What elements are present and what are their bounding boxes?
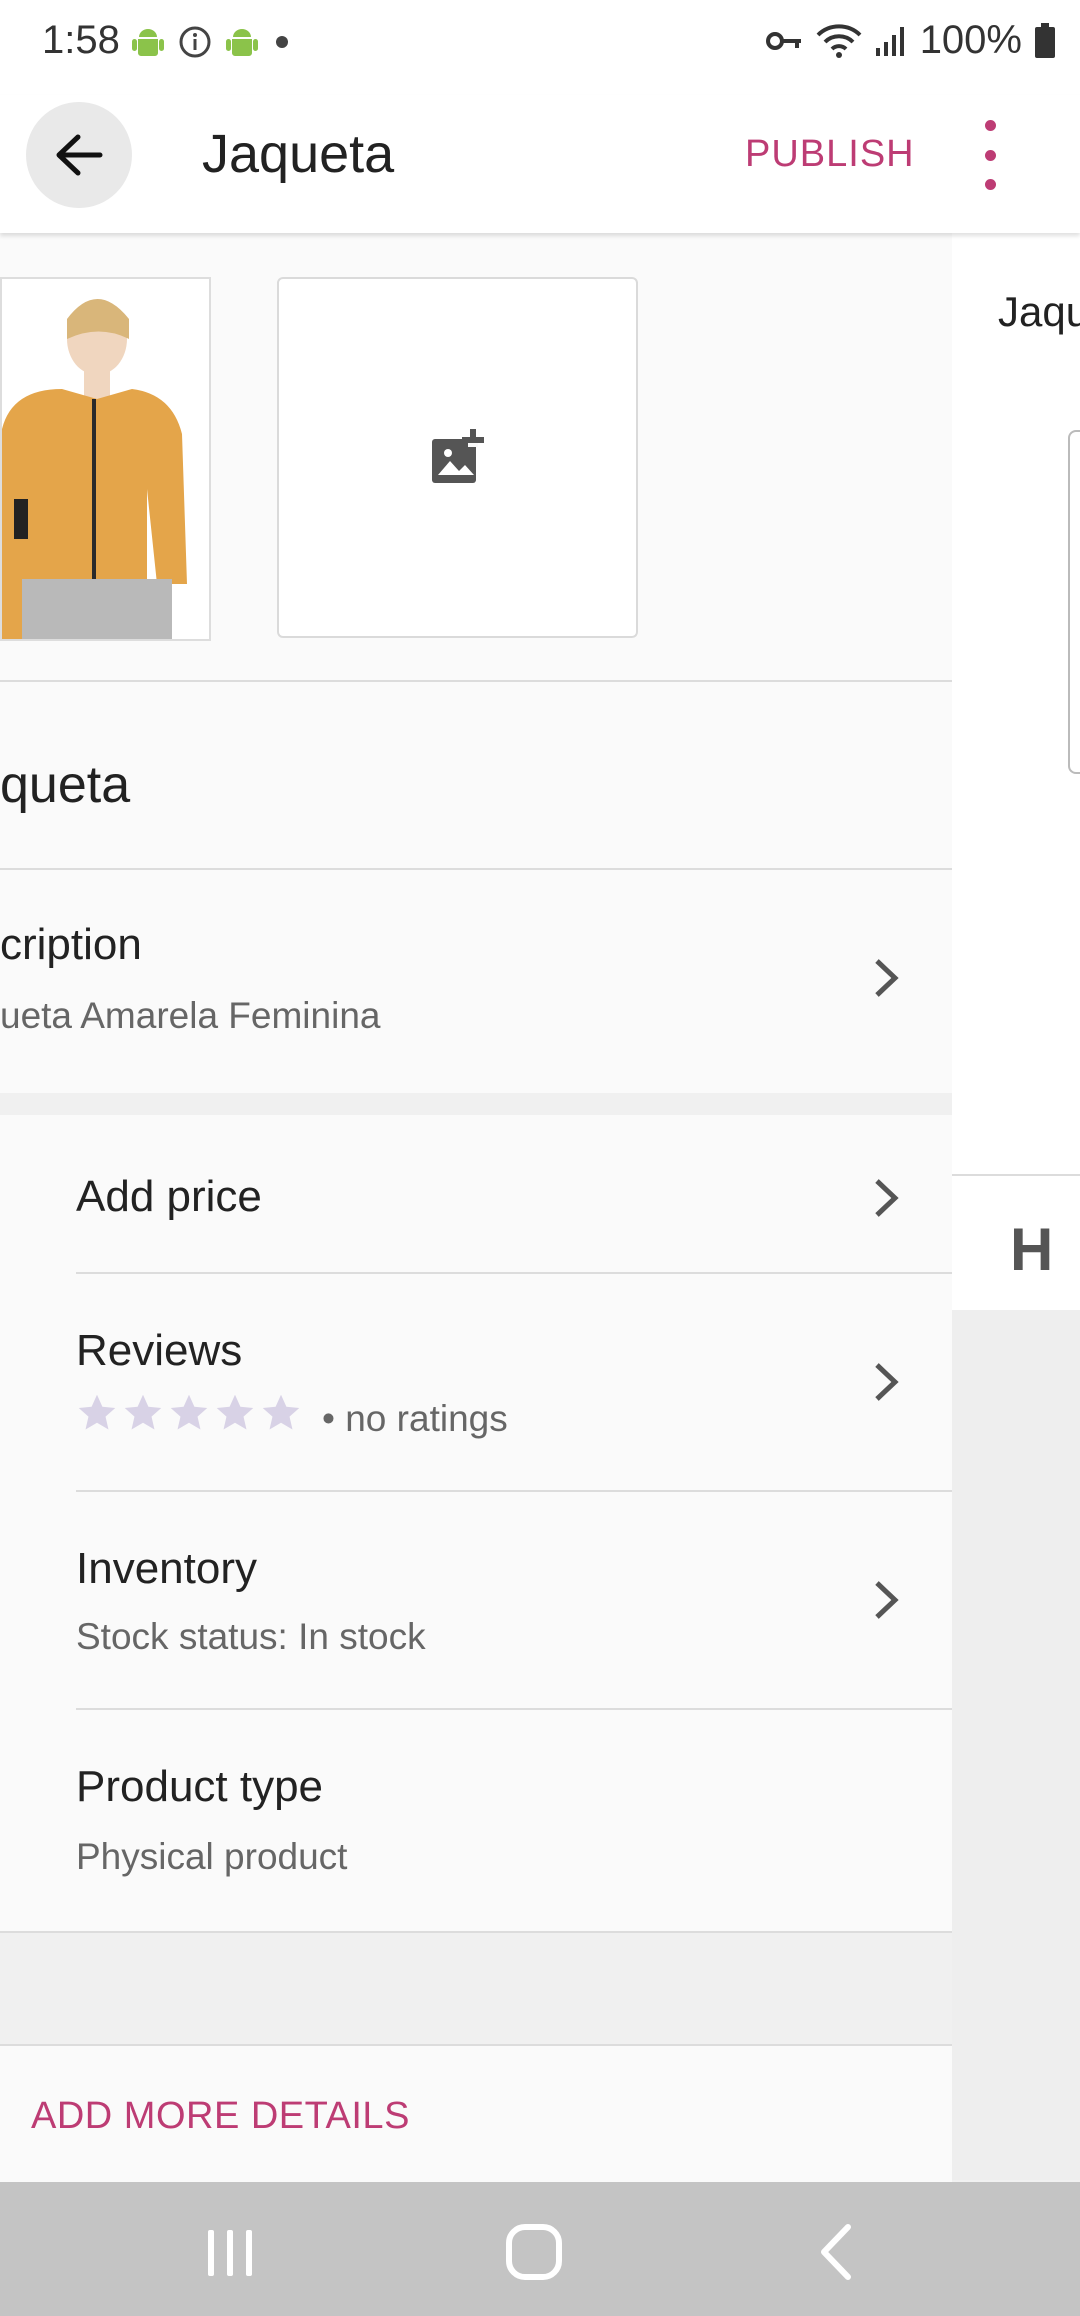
- back-button[interactable]: [26, 102, 132, 208]
- section-gap: [0, 1933, 952, 2045]
- more-vert-icon: [984, 120, 996, 131]
- side-panel-title: Jaqu: [998, 288, 1080, 335]
- more-options-button[interactable]: [970, 120, 1010, 190]
- add-photo-icon: [431, 428, 484, 483]
- product-type-row[interactable]: [0, 1710, 952, 1930]
- chevron-right-icon: [875, 959, 899, 997]
- section-gap: [0, 1093, 952, 1115]
- adjacent-panel-gray-area: [952, 1310, 1080, 2180]
- android-icon: [132, 29, 164, 56]
- publish-button[interactable]: PUBLISH: [745, 133, 915, 176]
- divider: [0, 680, 952, 682]
- battery-icon: [1035, 22, 1055, 58]
- product-type-value: Physical product: [76, 1836, 348, 1877]
- chevron-right-icon: [875, 1581, 899, 1619]
- signal-icon: [875, 26, 904, 56]
- description-value: ueta Amarela Feminina: [0, 995, 381, 1036]
- notification-icons: [132, 22, 292, 62]
- inventory-label: Inventory: [76, 1544, 257, 1593]
- chevron-right-icon: [875, 1179, 899, 1217]
- inventory-status: Stock status: In stock: [76, 1616, 426, 1657]
- rating-summary: • no ratings: [322, 1398, 508, 1439]
- wifi-icon: [816, 23, 862, 58]
- divider: [952, 1174, 1080, 1176]
- reviews-label: Reviews: [76, 1326, 243, 1375]
- side-panel-card: [1068, 430, 1080, 774]
- vpn-key-icon: [765, 31, 801, 50]
- add-image-button[interactable]: [277, 277, 638, 638]
- product-name[interactable]: queta: [0, 755, 130, 815]
- product-type-label: Product type: [76, 1762, 324, 1811]
- product-image[interactable]: [0, 277, 211, 641]
- star-icon: [124, 1394, 162, 1430]
- home-icon[interactable]: [505, 2223, 563, 2281]
- system-icons: 100%: [764, 18, 1056, 63]
- chevron-right-icon: [875, 1363, 899, 1401]
- status-time: 1:58: [42, 18, 120, 62]
- inventory-row[interactable]: [0, 1492, 952, 1708]
- description-title: cription: [0, 920, 142, 969]
- dot-icon: [276, 36, 288, 48]
- recent-apps-icon[interactable]: [204, 2228, 256, 2278]
- android-icon: [226, 29, 258, 56]
- divider: [0, 2044, 952, 2046]
- reviews-row[interactable]: [0, 1274, 952, 1491]
- battery-level: 100%: [919, 18, 1022, 62]
- info-icon: [179, 26, 211, 58]
- app-bar: [0, 95, 1080, 233]
- back-nav-icon[interactable]: [816, 2223, 856, 2281]
- description-row[interactable]: [0, 870, 952, 1092]
- add-price-label: Add price: [76, 1172, 262, 1221]
- star-icon: [262, 1394, 300, 1430]
- star-icon: [216, 1394, 254, 1430]
- arrow-left-icon: [56, 134, 103, 176]
- page-title: Jaqueta: [202, 124, 395, 184]
- rating-stars: [76, 1393, 302, 1433]
- jacket-photo: [2, 279, 209, 639]
- star-icon: [170, 1394, 208, 1430]
- side-panel-letter: H: [1010, 1216, 1054, 1283]
- add-more-details-button[interactable]: ADD MORE DETAILS: [31, 2095, 410, 2138]
- star-icon: [78, 1394, 116, 1430]
